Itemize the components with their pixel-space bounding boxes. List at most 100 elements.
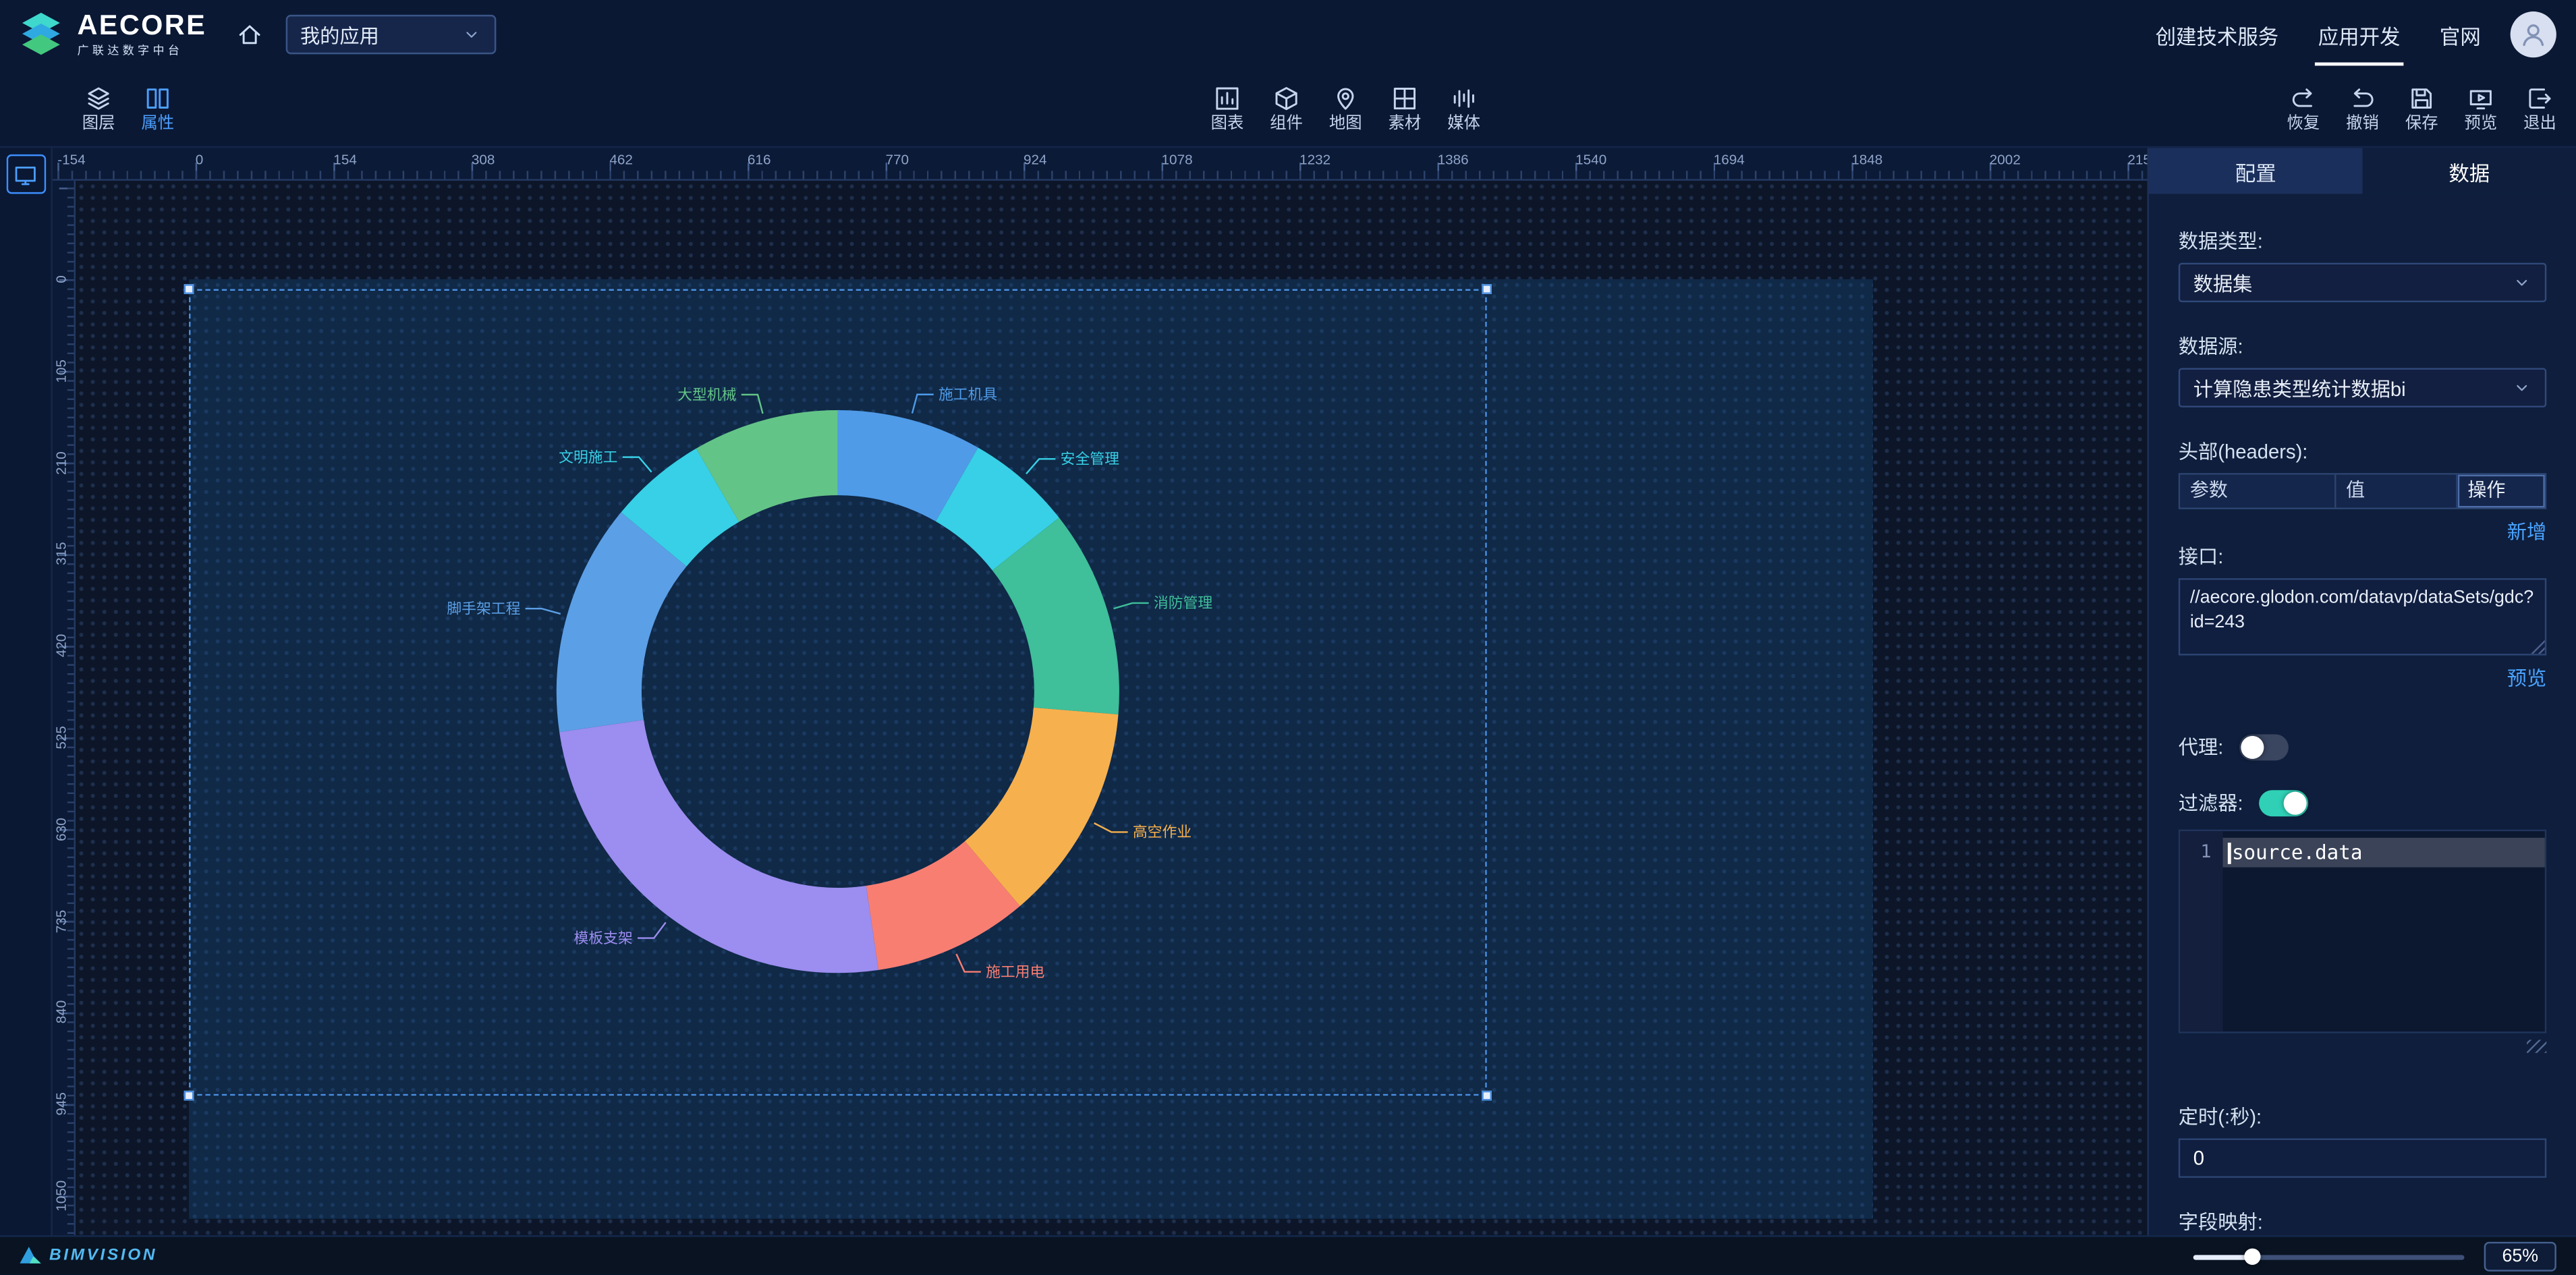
text-cursor-icon	[2228, 842, 2231, 863]
tool-label: 图表	[1211, 116, 1244, 132]
donut-label-leader-line	[1113, 603, 1148, 608]
donut-label: 消防管理	[1154, 594, 1212, 611]
h-ruler-label: 770	[885, 151, 909, 167]
tab-data[interactable]: 数据	[2363, 148, 2576, 194]
headers-label: 头部(headers):	[2179, 441, 2546, 463]
home-icon[interactable]	[236, 22, 262, 48]
tool-materials[interactable]: 素材	[1382, 84, 1428, 132]
tool-components[interactable]: 组件	[1264, 84, 1310, 132]
selection-handle-bottom-left[interactable]	[184, 1091, 194, 1101]
h-ruler-label: 462	[609, 151, 633, 167]
editor-resize-grip-icon[interactable]	[2527, 1040, 2546, 1052]
donut-label-leader-line	[623, 457, 652, 472]
layers-icon	[86, 84, 112, 111]
nav-official-site[interactable]: 官网	[2440, 0, 2481, 69]
donut-label: 安全管理	[1061, 451, 1119, 468]
toolbar: 图层 属性 图表 组件 地图 素材	[0, 69, 2576, 148]
tool-layers[interactable]: 图层	[76, 84, 121, 132]
tool-exit[interactable]: 退出	[2517, 84, 2563, 132]
tool-map[interactable]: 地图	[1322, 84, 1368, 132]
donut-label: 脚手架工程	[447, 600, 520, 617]
donut-label-leader-line	[741, 395, 763, 414]
h-ruler-label: 1078	[1162, 151, 1193, 167]
h-ruler-label: 0	[196, 151, 204, 167]
toolbar-left-group: 图层 属性	[76, 69, 181, 148]
h-ruler-label: -154	[57, 151, 85, 167]
donut-label-leader-line	[1026, 459, 1055, 474]
tool-label: 图层	[82, 116, 115, 132]
selection-handle-bottom-right[interactable]	[1482, 1091, 1492, 1101]
donut-label-leader-line	[638, 922, 666, 938]
v-ruler-label: 210	[53, 438, 69, 487]
code-line: source.data	[2223, 838, 2545, 868]
proxy-toggle[interactable]	[2240, 734, 2289, 760]
tool-label: 地图	[1329, 116, 1362, 132]
h-ruler-label: 924	[1024, 151, 1047, 167]
filter-toggle[interactable]	[2260, 790, 2309, 816]
design-canvas[interactable]: 施工机具安全管理消防管理高空作业施工用电模板支架脚手架工程文明施工大型机械	[76, 181, 2148, 1235]
tab-config[interactable]: 配置	[2149, 148, 2363, 194]
headers-table: 参数 值 操作	[2179, 473, 2546, 509]
tool-label: 属性	[141, 116, 174, 132]
timer-input[interactable]	[2179, 1138, 2546, 1177]
api-url-textarea[interactable]: //aecore.glodon.com/datavp/dataSets/gdc?…	[2179, 578, 2546, 655]
tool-label: 退出	[2523, 116, 2556, 132]
v-ruler-label: 630	[53, 805, 69, 854]
vertical-ruler[interactable]: 01052103154205256307358409451050	[53, 181, 76, 1235]
h-ruler-label: 616	[748, 151, 771, 167]
h-ruler-label: 308	[472, 151, 495, 167]
tool-charts[interactable]: 图表	[1204, 84, 1250, 132]
headers-col-operation: 操作	[2458, 475, 2545, 508]
donut-label: 施工机具	[939, 386, 997, 403]
tool-label: 素材	[1389, 116, 1422, 132]
filter-code-editor[interactable]: 1 source.data	[2179, 830, 2546, 1033]
line-number: 1	[2180, 838, 2222, 868]
material-icon	[1391, 84, 1418, 111]
avatar[interactable]	[2511, 11, 2556, 57]
undo-icon	[2349, 84, 2376, 111]
zoom-level[interactable]: 65%	[2484, 1241, 2556, 1271]
tool-properties[interactable]: 属性	[135, 84, 181, 132]
tool-save[interactable]: 保存	[2399, 84, 2444, 132]
app-select[interactable]: 我的应用	[285, 15, 496, 54]
proxy-label: 代理:	[2179, 736, 2224, 759]
screen-icon	[13, 162, 38, 187]
donut-label: 高空作业	[1133, 824, 1192, 841]
tool-label: 保存	[2405, 116, 2438, 132]
data-type-select[interactable]: 数据集	[2179, 263, 2546, 302]
data-source-value: 计算隐患类型统计数据bi	[2193, 374, 2512, 401]
app-select-value: 我的应用	[300, 20, 461, 48]
header-nav: 创建技术服务 应用开发 官网	[2156, 0, 2481, 69]
right-panel: 配置 数据 数据类型: 数据集 数据源: 计算隐患类型统计数据bi 头部(hea…	[2148, 148, 2576, 1235]
tool-preview[interactable]: 预览	[2458, 84, 2504, 132]
header: AECORE 广联达数字中台 我的应用 创建技术服务 应用开发 官网	[0, 0, 2576, 69]
toolbar-right-group: 恢复 撤销 保存 预览 退出	[2280, 69, 2563, 148]
horizontal-ruler[interactable]: -154015430846261677092410781232138615401…	[53, 148, 2148, 181]
sidebar-item-screen[interactable]	[6, 154, 45, 194]
chevron-down-icon	[2512, 378, 2531, 397]
v-ruler-label: 0	[53, 254, 69, 304]
nav-app-dev[interactable]: 应用开发	[2318, 0, 2401, 69]
add-header-link[interactable]: 新增	[2179, 517, 2546, 545]
selection-handle-top-right[interactable]	[1482, 284, 1492, 294]
data-source-select[interactable]: 计算隐患类型统计数据bi	[2179, 368, 2546, 407]
selected-widget-donut-chart[interactable]: 施工机具安全管理消防管理高空作业施工用电模板支架脚手架工程文明施工大型机械	[189, 289, 1487, 1096]
selection-handle-top-left[interactable]	[184, 284, 194, 294]
donut-label-leader-line	[1094, 823, 1128, 832]
h-ruler-label: 1386	[1438, 151, 1469, 167]
zoom-slider[interactable]	[2193, 1245, 2465, 1268]
code-text: source.data	[2232, 838, 2363, 868]
data-type-label: 数据类型:	[2179, 230, 2546, 253]
h-ruler-label: 1540	[1575, 151, 1606, 167]
nav-create-service[interactable]: 创建技术服务	[2156, 0, 2279, 69]
tool-restore[interactable]: 恢复	[2280, 84, 2326, 132]
map-icon	[1333, 84, 1359, 111]
tool-media[interactable]: 媒体	[1440, 84, 1486, 132]
v-ruler-label: 1050	[53, 1171, 69, 1220]
zoom-slider-knob[interactable]	[2245, 1247, 2261, 1264]
donut-label: 大型机械	[677, 386, 736, 403]
api-preview-link[interactable]: 预览	[2179, 664, 2546, 691]
donut-label-leader-line	[956, 954, 980, 971]
tool-undo[interactable]: 撤销	[2339, 84, 2385, 132]
preview-icon	[2467, 84, 2494, 111]
